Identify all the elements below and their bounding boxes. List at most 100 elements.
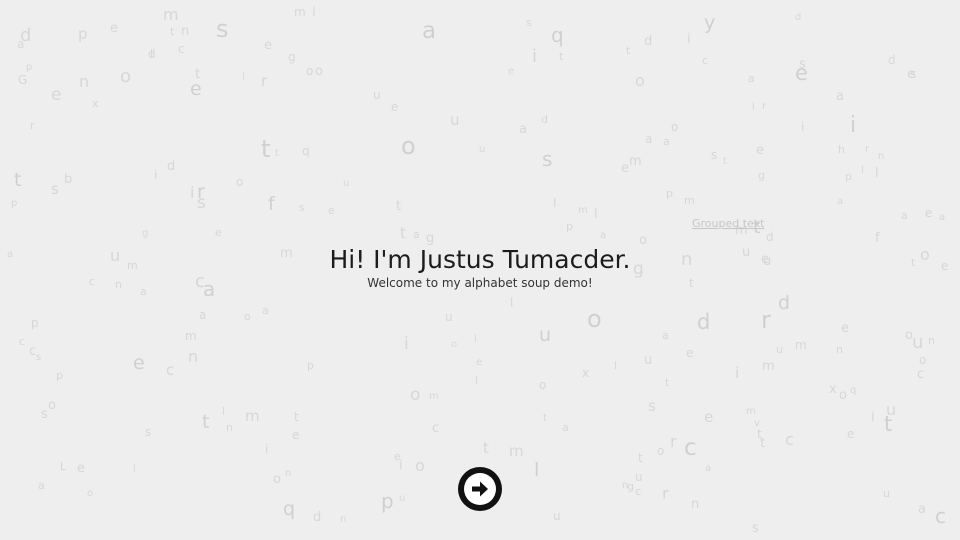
alphabet-soup-stage: eurltuftioomtaultexmccmetocntsmlndpocglm… [0, 0, 960, 540]
soup-letter: t [638, 451, 643, 465]
soup-letter: h [838, 143, 845, 156]
soup-letter: m [163, 5, 179, 24]
soup-letter: i [312, 5, 316, 20]
soup-letter: c [935, 504, 946, 528]
soup-letter: l [594, 207, 598, 222]
soup-letter: l [474, 334, 477, 345]
soup-letter: m [185, 329, 197, 343]
soup-letter: e [77, 461, 85, 476]
soup-letter: e [704, 408, 714, 426]
soup-letter: r [670, 432, 677, 451]
soup-letter: r [865, 144, 870, 155]
soup-letter: r [761, 306, 771, 334]
hero-subtitle: Welcome to my alphabet soup demo! [367, 276, 593, 290]
soup-letter: g [627, 480, 634, 493]
soup-letter: s [36, 352, 42, 363]
soup-letter: u [553, 509, 561, 523]
soup-letter: u [776, 343, 783, 356]
soup-letter: i [265, 442, 269, 456]
soup-letter: t [400, 224, 406, 242]
soup-letter: n [285, 468, 292, 479]
soup-letter: a [663, 135, 670, 148]
soup-letter: n [340, 514, 347, 525]
soup-letter: c [635, 485, 642, 498]
soup-letter: t [626, 44, 631, 57]
soup-letter: o [315, 64, 323, 79]
soup-letter: o [87, 488, 94, 499]
soup-letter: n [928, 334, 935, 347]
arrow-right-circle-icon [464, 473, 496, 505]
soup-letter: i [735, 364, 740, 382]
soup-letter: d [697, 310, 711, 334]
soup-letter: o [657, 444, 665, 458]
soup-letter: s [41, 407, 48, 422]
soup-letter: i [850, 113, 857, 138]
soup-letter: m [294, 5, 306, 19]
soup-letter: i [154, 168, 158, 182]
soup-letter: p [56, 369, 63, 382]
soup-letter: d [778, 292, 791, 314]
soup-letter: t [559, 50, 564, 63]
soup-letter: i [871, 410, 875, 425]
soup-letter: e [795, 61, 808, 85]
next-button[interactable] [458, 467, 502, 511]
soup-letter: l [861, 165, 864, 176]
soup-letter: a [748, 72, 755, 85]
soup-letter: a [422, 18, 437, 44]
soup-letter: o [273, 472, 281, 487]
soup-letter: L [60, 460, 67, 473]
soup-letter: e [621, 161, 629, 176]
soup-letter: m [684, 194, 695, 207]
soup-letter: c [178, 42, 185, 56]
soup-letter: e [907, 67, 915, 82]
grouped-text-link[interactable]: Grouped text [692, 217, 764, 230]
soup-letter: q [283, 498, 296, 520]
soup-letter: n [226, 421, 233, 434]
soup-letter: p [26, 62, 33, 73]
soup-letter: a [38, 479, 45, 492]
soup-letter: a [918, 502, 926, 517]
soup-letter: s [526, 16, 532, 29]
soup-letter: x [582, 366, 590, 380]
soup-letter: d [888, 53, 896, 67]
soup-letter: a [662, 329, 669, 342]
soup-letter: e [925, 206, 933, 220]
soup-letter: o [120, 66, 132, 87]
soup-letter: o [919, 353, 927, 367]
soup-letter: y [704, 12, 716, 34]
soup-letter: e [756, 143, 764, 158]
soup-letter: e [110, 21, 118, 36]
soup-letter: g [758, 169, 765, 182]
soup-letter: o [451, 339, 458, 350]
soup-letter: a [901, 209, 908, 222]
soup-letter: o [236, 175, 244, 189]
soup-letter: a [262, 304, 269, 317]
soup-letter: e [841, 321, 849, 336]
soup-letter: m [795, 338, 807, 352]
soup-letter: a [199, 308, 207, 322]
soup-letter: l [475, 374, 479, 387]
soup-letter: e [391, 100, 399, 114]
soup-letter: l [534, 459, 540, 481]
soup-letter: m [429, 391, 439, 402]
soup-letter: g [142, 228, 149, 239]
soup-letter: l [553, 196, 557, 210]
soup-letter: i [532, 46, 538, 67]
soup-letter: t [483, 439, 489, 457]
soup-letter: o [48, 398, 56, 413]
soup-letter: t [665, 376, 670, 389]
soup-letter: s [197, 193, 206, 213]
soup-letter: u [644, 353, 653, 368]
soup-letter: e [51, 85, 62, 105]
soup-letter: p [381, 489, 394, 513]
soup-letter: i [687, 32, 691, 47]
soup-letter: t [294, 410, 299, 424]
soup-letter: e [508, 66, 515, 77]
soup-letter: t [170, 25, 175, 38]
soup-letter: o [905, 328, 913, 343]
soup-letter: r [30, 119, 35, 132]
soup-letter: l [242, 72, 245, 83]
soup-letter: s [648, 397, 656, 415]
soup-letter: g [288, 50, 296, 64]
soup-letter: d [795, 12, 802, 23]
